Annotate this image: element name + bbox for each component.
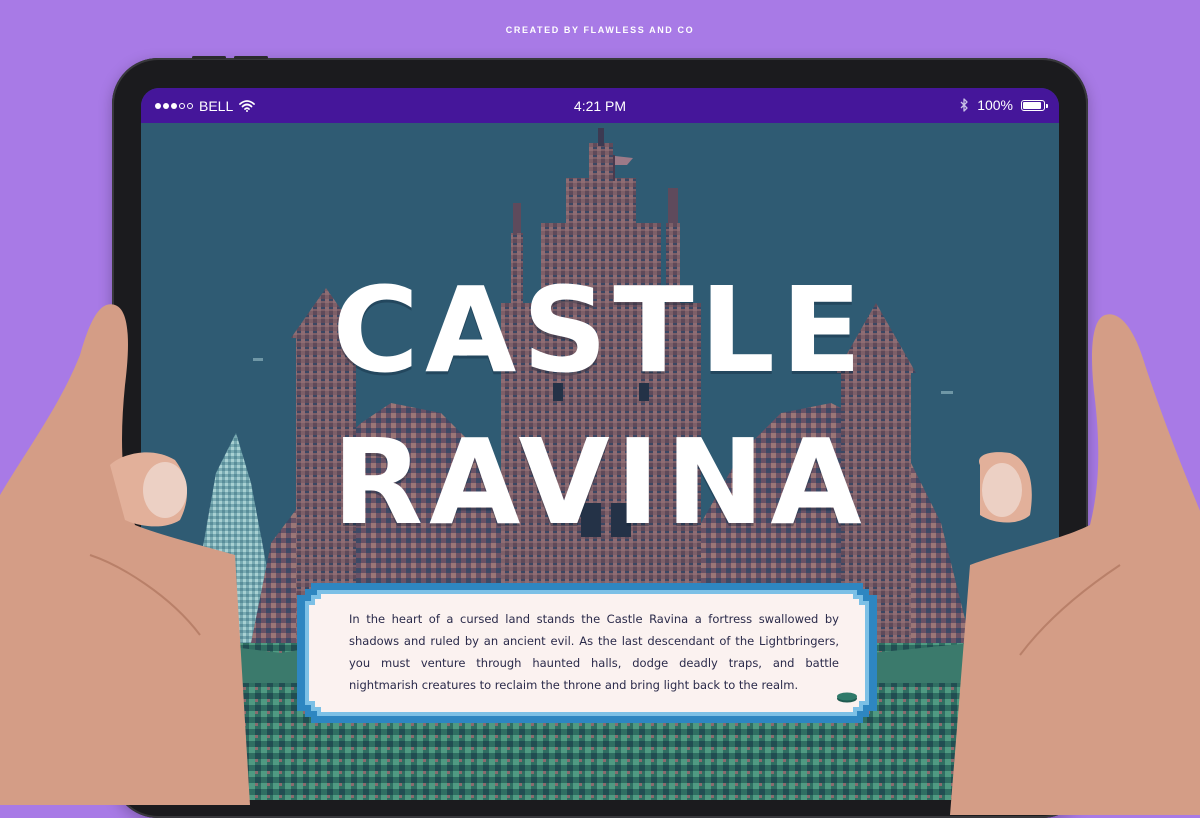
volume-button [234, 56, 268, 59]
right-hand [950, 314, 1200, 815]
game-title-line-1: CASTLE [332, 261, 868, 399]
game-scene: CASTLE RAVINA In the heart of a cursed l… [141, 123, 1059, 800]
game-title-line-2: RAVINA [332, 413, 868, 551]
battery-icon [1021, 99, 1048, 111]
screen: BELL 4:21 PM 100% CASTLE RAVINA In the h… [141, 88, 1059, 800]
story-dialog: In the heart of a cursed land stands the… [297, 583, 877, 723]
credit-text: CREATED BY FLAWLESS AND CO [505, 25, 695, 35]
bluetooth-icon [960, 98, 968, 112]
left-hand [0, 304, 250, 805]
continue-coin-icon[interactable] [836, 692, 858, 703]
status-bar: BELL 4:21 PM 100% [141, 88, 1059, 123]
battery-percent: 100% [977, 97, 1013, 113]
volume-button [192, 56, 226, 59]
story-text: In the heart of a cursed land stands the… [349, 612, 839, 692]
status-time: 4:21 PM [573, 98, 627, 114]
